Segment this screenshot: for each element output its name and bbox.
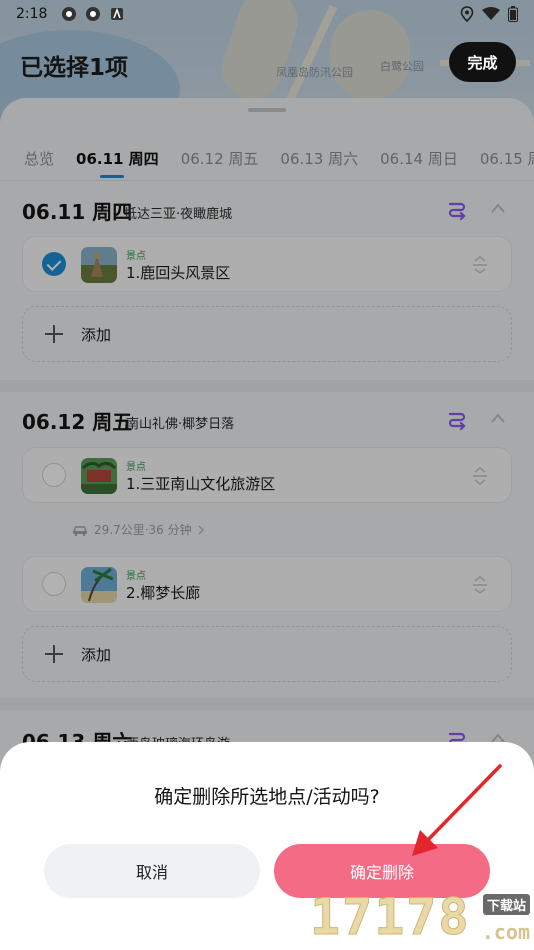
site-watermark: 17178 下载站 .com (310, 888, 534, 950)
font-notification-icon (111, 7, 124, 20)
annotation-arrow-icon (412, 764, 502, 856)
cancel-button[interactable]: 取消 (44, 844, 260, 898)
watermark-site-label: 下载站 (482, 894, 530, 915)
app-notification-icon (62, 7, 77, 21)
status-time: 2:18 (16, 6, 48, 22)
battery-icon (508, 6, 518, 22)
watermark-domain: .com (481, 920, 530, 944)
wifi-icon (482, 7, 500, 20)
selection-header: 已选择1项 完成 (0, 40, 534, 88)
app-notification-icon (86, 7, 101, 21)
status-bar: 2:18 (0, 0, 534, 28)
selection-count-title: 已选择1项 (20, 55, 129, 81)
location-icon (460, 6, 474, 22)
watermark-digits: 17178 (310, 888, 471, 947)
done-button[interactable]: 完成 (449, 42, 516, 82)
